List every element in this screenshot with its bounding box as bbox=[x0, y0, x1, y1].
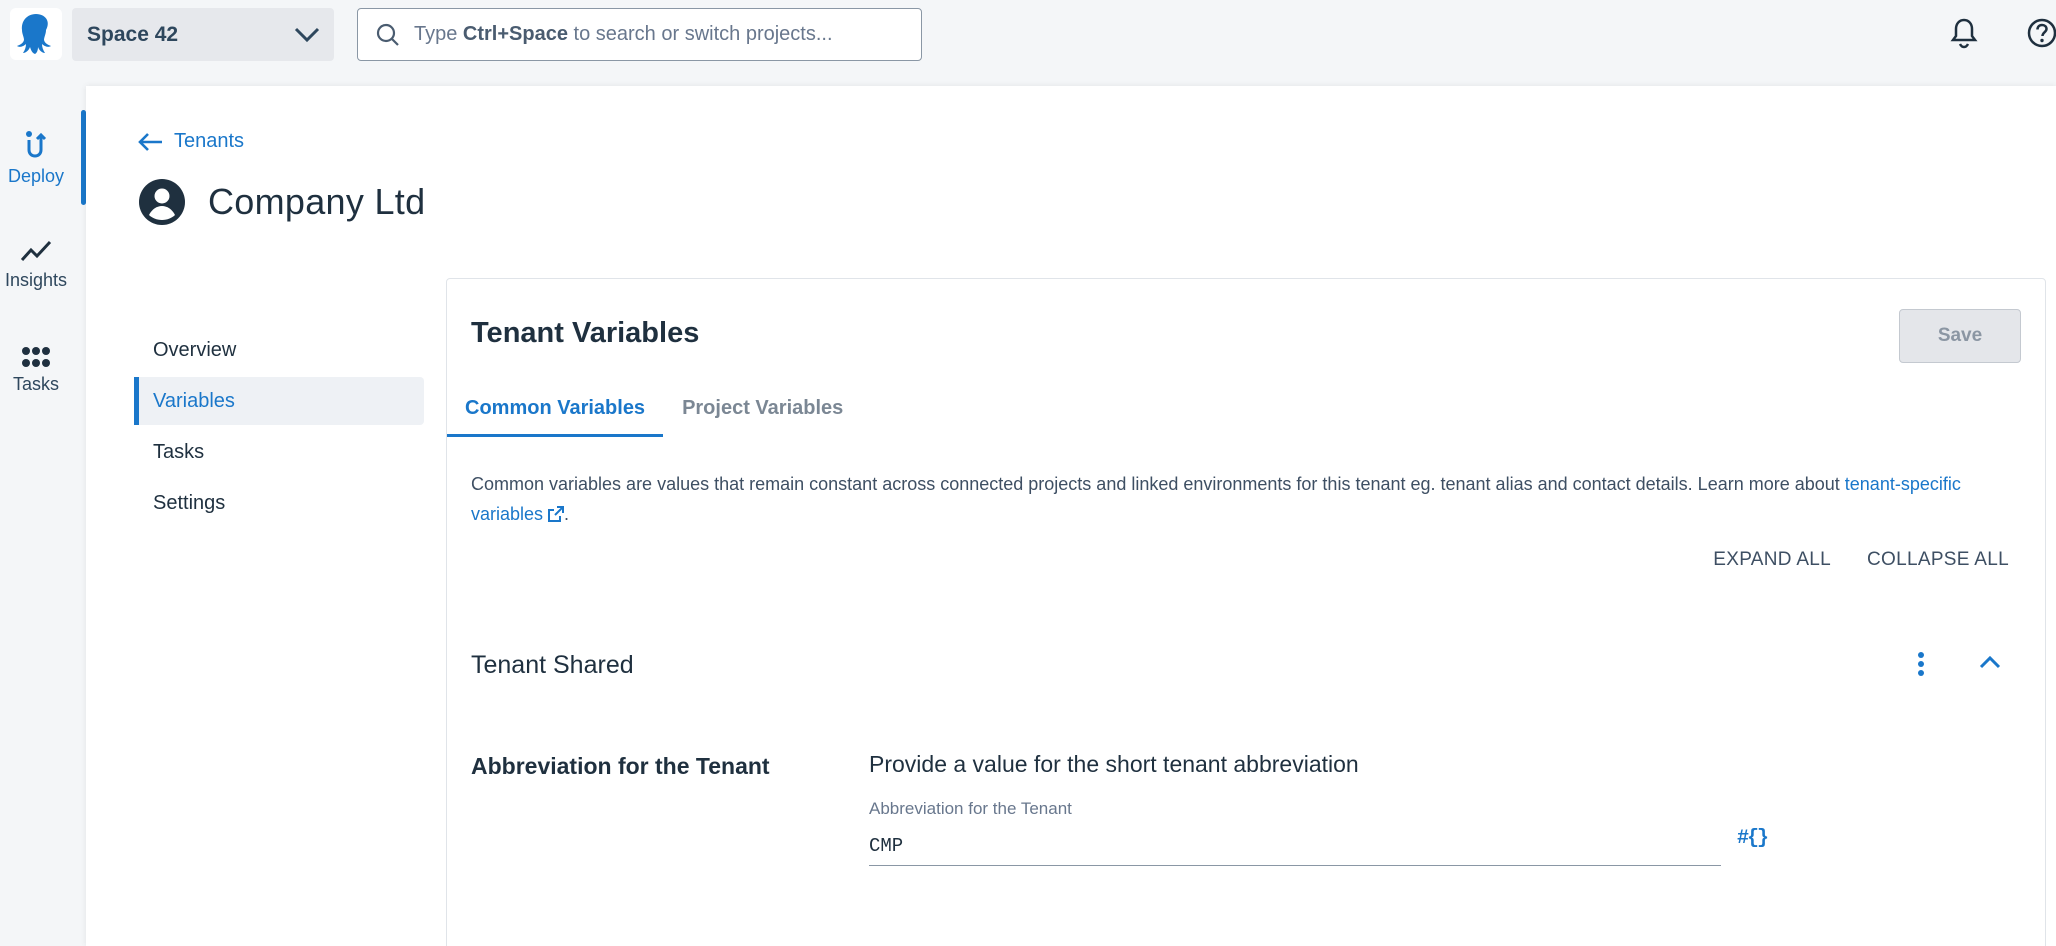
variable-field-label: Abbreviation for the Tenant bbox=[869, 799, 1072, 818]
subnav-item-overview[interactable]: Overview bbox=[134, 326, 424, 374]
tab-common-variables[interactable]: Common Variables bbox=[447, 379, 664, 437]
rail-item-tasks[interactable]: Tasks bbox=[0, 346, 72, 395]
tasks-icon bbox=[22, 347, 50, 367]
deploy-icon bbox=[26, 131, 47, 158]
notifications-button[interactable] bbox=[1950, 17, 1978, 54]
section-collapse-button[interactable] bbox=[1979, 655, 2001, 674]
chevron-up-icon bbox=[1979, 655, 2001, 669]
variable-value-input[interactable] bbox=[869, 826, 1721, 866]
external-link-icon bbox=[548, 506, 565, 522]
back-link-label: Tenants bbox=[174, 130, 245, 152]
more-vertical-icon bbox=[1918, 652, 1924, 676]
expand-collapse-controls: EXPAND ALL COLLAPSE ALL bbox=[1713, 549, 2009, 571]
rail-item-insights[interactable]: Insights bbox=[0, 238, 72, 291]
back-to-tenants-link[interactable]: Tenants bbox=[138, 130, 244, 153]
tab-project-variables[interactable]: Project Variables bbox=[664, 379, 861, 437]
section-title: Tenant Shared bbox=[471, 651, 634, 679]
subnav-item-tasks[interactable]: Tasks bbox=[134, 428, 424, 476]
insert-variable-button[interactable]: #{} bbox=[1737, 827, 1769, 850]
octopus-logo[interactable] bbox=[10, 8, 62, 60]
tenant-avatar-icon bbox=[139, 179, 185, 225]
section-menu-button[interactable] bbox=[1917, 651, 1925, 682]
collapse-all-button[interactable]: COLLAPSE ALL bbox=[1867, 549, 2009, 571]
rail-label-insights: Insights bbox=[4, 270, 68, 290]
top-bar: Space 42 Type Ctrl+Space to search or sw… bbox=[0, 0, 2056, 70]
tenant-variables-card: Tenant Variables Save Common Variables P… bbox=[446, 278, 2046, 946]
expand-all-button[interactable]: EXPAND ALL bbox=[1713, 549, 1831, 571]
help-button[interactable] bbox=[2026, 17, 2056, 54]
search-icon bbox=[376, 23, 399, 46]
variables-tabs: Common Variables Project Variables bbox=[447, 379, 861, 437]
main-panel: Tenants Company Ltd Overview Variables T… bbox=[86, 86, 2056, 946]
space-switcher[interactable]: Space 42 bbox=[72, 8, 334, 61]
search-placeholder: Type Ctrl+Space to search or switch proj… bbox=[414, 23, 833, 45]
search-input[interactable]: Type Ctrl+Space to search or switch proj… bbox=[357, 8, 922, 61]
space-name: Space 42 bbox=[87, 22, 179, 46]
bell-icon bbox=[1950, 18, 1978, 49]
chevron-down-icon bbox=[294, 27, 320, 42]
tenant-subnav: Overview Variables Tasks Settings bbox=[134, 326, 424, 530]
variable-help-text: Provide a value for the short tenant abb… bbox=[869, 751, 1359, 777]
page-title: Company Ltd bbox=[208, 181, 426, 222]
page-header: Company Ltd bbox=[138, 178, 425, 226]
arrow-left-icon bbox=[138, 132, 162, 151]
subnav-item-settings[interactable]: Settings bbox=[134, 479, 424, 527]
insights-icon bbox=[20, 240, 52, 262]
card-title: Tenant Variables bbox=[471, 317, 700, 349]
subnav-item-variables[interactable]: Variables bbox=[134, 377, 424, 425]
rail-item-deploy[interactable]: Deploy bbox=[0, 130, 72, 187]
variable-name: Abbreviation for the Tenant bbox=[471, 753, 770, 779]
rail-label-deploy: Deploy bbox=[7, 166, 65, 186]
rail-label-tasks: Tasks bbox=[12, 374, 59, 394]
save-button[interactable]: Save bbox=[1899, 309, 2021, 363]
variables-description: Common variables are values that remain … bbox=[471, 474, 1961, 524]
help-icon bbox=[2027, 18, 2056, 48]
octopus-icon bbox=[17, 14, 51, 54]
